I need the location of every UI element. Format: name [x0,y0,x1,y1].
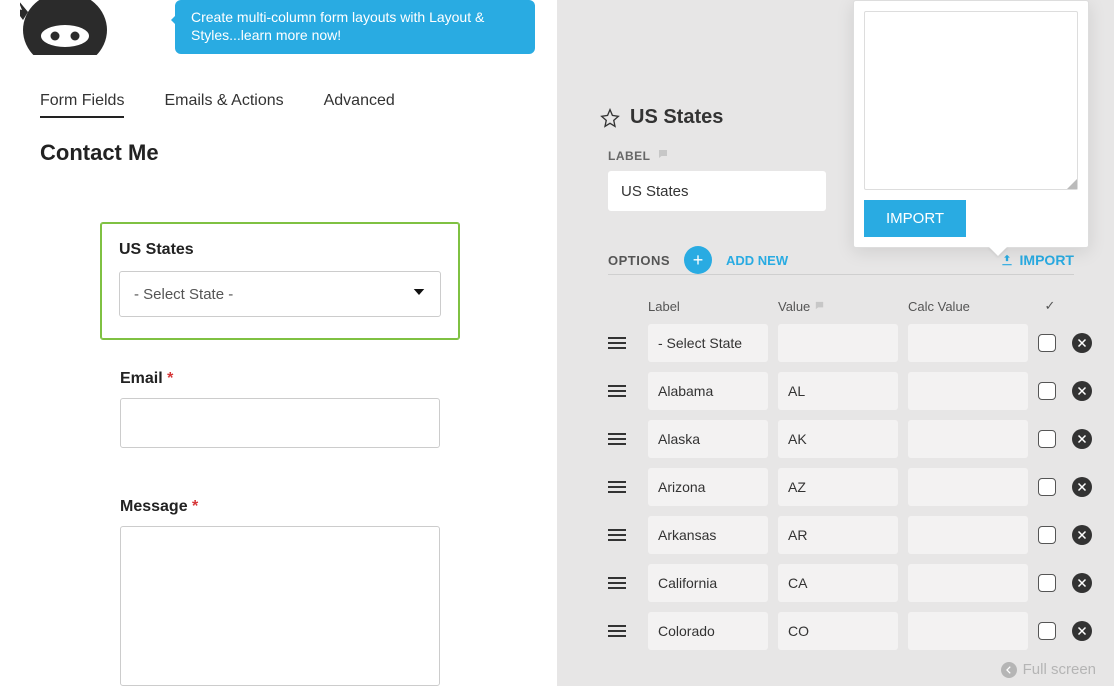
popover-arrow [988,246,1008,256]
option-default-checkbox[interactable] [1038,382,1056,400]
drag-handle-icon[interactable] [608,529,626,541]
option-default-checkbox[interactable] [1038,334,1056,352]
us-states-select[interactable]: - Select State - [119,271,441,317]
import-popover: IMPORT [853,0,1089,248]
message-textarea[interactable] [120,526,440,686]
option-row [608,324,1074,362]
required-marker: * [167,370,173,387]
chevron-left-icon [1001,662,1017,678]
form-builder-panel: Create multi-column form layouts with La… [0,0,557,686]
drawer-title: US States [630,106,723,129]
option-calc-input[interactable] [908,612,1028,650]
options-divider [608,274,1074,275]
option-label-input[interactable] [648,324,768,362]
add-option-button[interactable]: + [684,246,712,274]
col-label: Label [648,299,768,314]
option-value-input[interactable] [778,612,898,650]
label-input[interactable] [608,171,826,211]
tab-emails-actions[interactable]: Emails & Actions [164,92,283,118]
remove-option-button[interactable] [1072,429,1092,449]
option-default-checkbox[interactable] [1038,430,1056,448]
option-label-input[interactable] [648,612,768,650]
ninja-logo [20,0,110,55]
tab-form-fields[interactable]: Form Fields [40,92,124,118]
label-caption: LABEL [608,148,826,163]
remove-option-button[interactable] [1072,573,1092,593]
import-textarea[interactable] [864,11,1078,190]
email-input[interactable] [120,398,440,448]
field-message[interactable]: Message * [120,498,440,686]
option-calc-input[interactable] [908,324,1028,362]
promo-banner[interactable]: Create multi-column form layouts with La… [175,0,535,54]
col-calc-value: Calc Value [908,299,1028,314]
field-label: US States [119,241,441,259]
message-label: Message * [120,498,440,516]
option-value-input[interactable] [778,468,898,506]
options-title: OPTIONS [608,253,670,268]
option-row [608,516,1074,554]
option-calc-input[interactable] [908,468,1028,506]
option-value-input[interactable] [778,420,898,458]
option-default-checkbox[interactable] [1038,574,1056,592]
field-us-states[interactable]: US States - Select State - [100,222,460,340]
import-options-link[interactable]: IMPORT [1000,252,1074,268]
option-value-input[interactable] [778,372,898,410]
option-label-input[interactable] [648,372,768,410]
option-label-input[interactable] [648,516,768,554]
drawer-header: US States [600,106,723,129]
options-table: Label Value Calc Value ✓ [608,292,1074,660]
drag-handle-icon[interactable] [608,433,626,445]
option-value-input[interactable] [778,516,898,554]
option-label-input[interactable] [648,420,768,458]
drag-handle-icon[interactable] [608,625,626,637]
col-default: ✓ [1038,298,1062,314]
resize-handle-icon[interactable] [1067,179,1077,189]
star-icon[interactable] [600,108,620,128]
remove-option-button[interactable] [1072,333,1092,353]
option-calc-input[interactable] [908,420,1028,458]
option-row [608,612,1074,650]
tab-advanced[interactable]: Advanced [324,92,395,118]
option-label-input[interactable] [648,564,768,602]
fullscreen-toggle[interactable]: Full screen [1001,661,1096,678]
options-table-head: Label Value Calc Value ✓ [608,292,1074,324]
option-row [608,468,1074,506]
remove-option-button[interactable] [1072,381,1092,401]
form-title: Contact Me [40,140,159,166]
option-default-checkbox[interactable] [1038,478,1056,496]
comment-icon[interactable] [657,148,669,163]
remove-option-button[interactable] [1072,621,1092,641]
option-default-checkbox[interactable] [1038,526,1056,544]
option-label-input[interactable] [648,468,768,506]
add-new-link[interactable]: ADD NEW [726,253,788,268]
option-calc-input[interactable] [908,372,1028,410]
select-placeholder: - Select State - [134,286,233,303]
chevron-down-icon [410,283,428,305]
drag-handle-icon[interactable] [608,481,626,493]
import-button[interactable]: IMPORT [864,200,966,237]
field-email[interactable]: Email * [120,370,440,448]
remove-option-button[interactable] [1072,477,1092,497]
option-row [608,564,1074,602]
drag-handle-icon[interactable] [608,577,626,589]
option-value-input[interactable] [778,564,898,602]
col-value: Value [778,299,898,314]
option-calc-input[interactable] [908,516,1028,554]
email-label: Email * [120,370,440,388]
drag-handle-icon[interactable] [608,337,626,349]
field-basic-settings: LABEL R [608,148,877,211]
option-calc-input[interactable] [908,564,1028,602]
option-default-checkbox[interactable] [1038,622,1056,640]
comment-icon[interactable] [814,299,825,314]
option-row [608,372,1074,410]
option-row [608,420,1074,458]
builder-tabs: Form Fields Emails & Actions Advanced [40,92,395,118]
drag-handle-icon[interactable] [608,385,626,397]
option-value-input[interactable] [778,324,898,362]
remove-option-button[interactable] [1072,525,1092,545]
required-marker: * [192,498,198,515]
